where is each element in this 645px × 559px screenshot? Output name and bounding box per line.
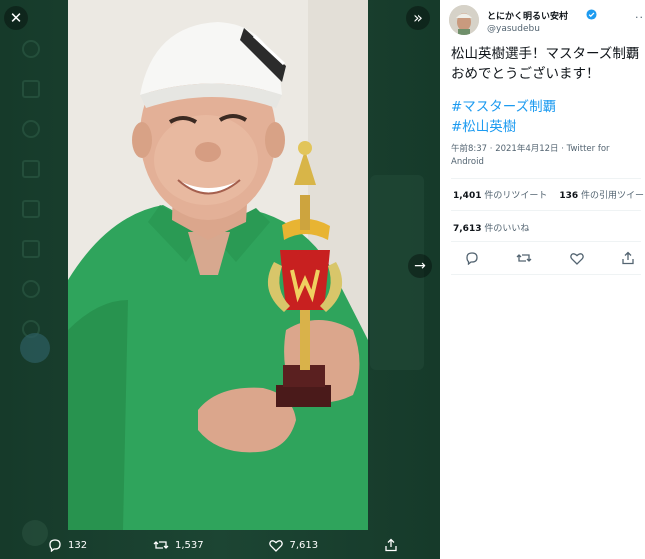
- likes-stat[interactable]: 7,613 件のいいね: [453, 221, 529, 234]
- share-button[interactable]: [621, 251, 635, 265]
- next-media-button[interactable]: →: [408, 254, 432, 278]
- viewer-retweet-count: 1,537: [174, 539, 204, 551]
- author-name[interactable]: とにかく明るい安村: [487, 9, 568, 22]
- media-viewer: ✕ » → 132 1,537 7,613: [0, 0, 440, 559]
- retweets-stat[interactable]: 1,401 件のリツイート: [453, 191, 547, 201]
- retweets-count: 1,401: [453, 191, 482, 201]
- divider: [451, 274, 641, 275]
- like-button[interactable]: [569, 252, 584, 265]
- heart-icon: [269, 539, 284, 552]
- verified-badge-icon: [586, 9, 597, 20]
- quote-tweets-stat[interactable]: 136 件の引用ツイート: [559, 191, 645, 201]
- tweet-text: 松山英樹選手！マスターズ制覇おめでとうございます！: [451, 46, 640, 82]
- more-options-icon[interactable]: ···: [635, 11, 645, 24]
- tweet-meta: 午前8:37 · 2021年4月12日 · Twitter for Androi…: [451, 143, 641, 169]
- photo-man-with-trophy: [68, 0, 368, 530]
- close-icon: ✕: [9, 9, 23, 27]
- viewer-reply-count: 132: [68, 539, 88, 551]
- reply-icon: [466, 252, 478, 265]
- likes-count: 7,613: [453, 224, 482, 234]
- tweet-detail-panel: とにかく明るい安村 @yasudebu ··· 松山英樹選手！マスターズ制覇おめ…: [440, 0, 645, 559]
- hide-tweet-panel-button[interactable]: »: [406, 6, 430, 30]
- tweet-photo[interactable]: [68, 0, 368, 530]
- viewer-retweet-button[interactable]: 1,537: [153, 538, 204, 552]
- quote-tweets-label: 件の引用ツイート: [581, 191, 645, 201]
- viewer-like-button[interactable]: 7,613: [269, 539, 318, 552]
- reply-button[interactable]: [465, 251, 479, 265]
- tweet-timestamp[interactable]: 午前8:37 · 2021年4月12日 ·: [451, 144, 567, 154]
- dimmed-compose-button: [20, 333, 50, 363]
- divider: [451, 178, 641, 179]
- tweet-action-bar: [465, 250, 635, 266]
- retweet-stats: 1,401 件のリツイート 136 件の引用ツイート: [453, 188, 645, 202]
- dimmed-sidebar-nav: [22, 40, 46, 360]
- heart-icon: [569, 252, 584, 265]
- retweets-label: 件のリツイート: [481, 191, 548, 201]
- avatar[interactable]: [449, 5, 479, 35]
- dimmed-account-avatar: [22, 520, 48, 546]
- viewer-reply-button[interactable]: 132: [48, 538, 87, 552]
- quote-tweets-count: 136: [559, 191, 579, 201]
- double-chevron-right-icon: »: [413, 8, 423, 27]
- viewer-share-button[interactable]: [384, 538, 398, 552]
- retweet-icon: [153, 541, 169, 549]
- divider: [451, 241, 641, 242]
- hashtag-link[interactable]: #マスターズ制覇: [451, 97, 641, 117]
- author-handle[interactable]: @yasudebu: [487, 24, 540, 34]
- share-icon: [622, 251, 634, 265]
- viewer-like-count: 7,613: [289, 539, 319, 551]
- tweet-author: とにかく明るい安村 @yasudebu ···: [449, 5, 645, 39]
- tweet-hashtags: #マスターズ制覇 #松山英樹: [451, 97, 641, 137]
- reply-icon: [49, 539, 61, 552]
- retweet-button[interactable]: [516, 251, 532, 265]
- arrow-right-icon: →: [414, 258, 426, 274]
- media-action-bar: 132 1,537 7,613: [48, 534, 398, 556]
- close-media-button[interactable]: ✕: [4, 6, 28, 30]
- divider: [451, 210, 641, 211]
- avatar-photo: [449, 5, 479, 35]
- hashtag-link[interactable]: #松山英樹: [451, 117, 641, 137]
- share-icon: [385, 538, 397, 552]
- retweet-icon: [516, 254, 532, 262]
- likes-label: 件のいいね: [481, 224, 530, 234]
